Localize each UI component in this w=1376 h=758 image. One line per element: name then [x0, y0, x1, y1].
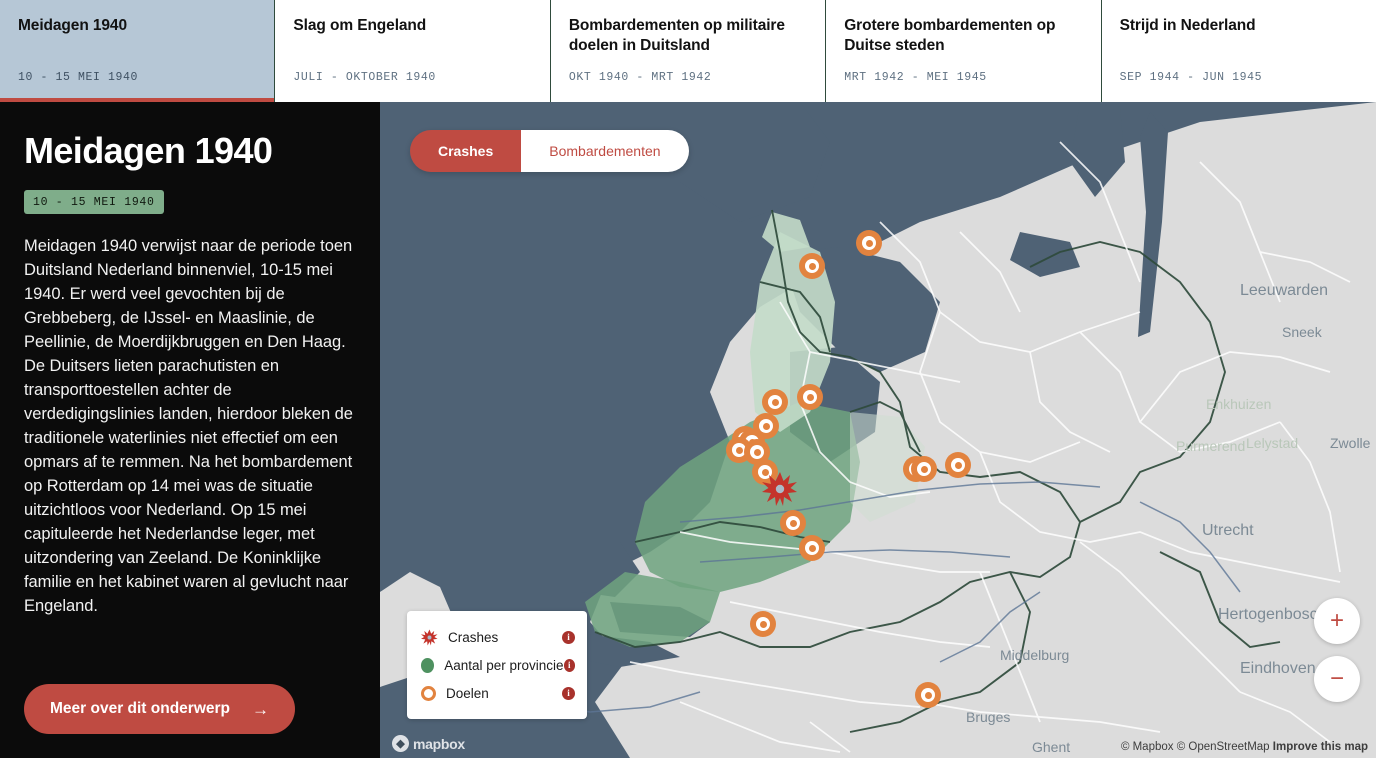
- topic-description: Meidagen 1940 verwijst naar de periode t…: [24, 237, 353, 615]
- info-icon[interactable]: i: [562, 630, 575, 644]
- zoom-out-button[interactable]: −: [1314, 656, 1360, 702]
- content-area: Meidagen 1940 10 - 15 MEI 1940 Meidagen …: [0, 102, 1376, 758]
- map-marker-crash[interactable]: [762, 471, 798, 507]
- map-attribution: © Mapbox © OpenStreetMap Improve this ma…: [1121, 741, 1368, 753]
- map-marker-doel[interactable]: [911, 456, 937, 482]
- arrow-right-icon: →: [252, 699, 270, 719]
- map-marker-doel[interactable]: [799, 535, 825, 561]
- legend-row-doelen: Doelen i: [421, 679, 575, 707]
- toggle-bombardementen-button[interactable]: Bombardementen: [521, 130, 689, 172]
- tab-date: SEP 1944 - JUN 1945: [1119, 71, 1263, 84]
- green-circle-icon: [421, 657, 435, 673]
- attribution-text: © Mapbox © OpenStreetMap: [1120, 741, 1270, 753]
- tab-grotere-bombardementen-duitse-steden[interactable]: Grotere bombardementen op Duitse steden …: [826, 0, 1102, 102]
- page-title: Meidagen 1940: [24, 130, 273, 171]
- more-about-topic-button[interactable]: Meer over dit onderwerp →: [24, 684, 296, 734]
- tab-title: Bombardementen op militaire doelen in Du…: [568, 17, 785, 54]
- tab-title: Meidagen 1940: [18, 17, 127, 34]
- map-marker-doel[interactable]: [780, 510, 806, 536]
- legend-label: Aantal per provincie: [444, 657, 564, 673]
- map-layer-toggle[interactable]: Crashes Bombardementen: [410, 130, 689, 172]
- mapbox-wordmark: mapbox: [413, 735, 465, 752]
- orange-ring-icon: [421, 685, 436, 701]
- map-marker-doel[interactable]: [750, 611, 776, 637]
- map-marker-doel[interactable]: [915, 682, 941, 708]
- topic-sidebar: Meidagen 1940 10 - 15 MEI 1940 Meidagen …: [0, 102, 380, 758]
- cta-label: Meer over dit onderwerp: [50, 700, 231, 717]
- tab-bombardementen-militaire-doelen[interactable]: Bombardementen op militaire doelen in Du…: [550, 0, 827, 102]
- mapbox-logo[interactable]: ◆ mapbox: [392, 735, 465, 752]
- map-legend: Crashes i Aantal per provincie i Doelen …: [407, 611, 587, 719]
- tab-date: JULI - OKTOBER 1940: [293, 71, 436, 84]
- map-marker-doel[interactable]: [762, 389, 788, 415]
- toggle-crashes-button[interactable]: Crashes: [410, 130, 522, 172]
- map-marker-doel[interactable]: [945, 452, 971, 478]
- tab-meidagen-1940[interactable]: Meidagen 1940 10 - 15 MEI 1940: [0, 0, 276, 102]
- tab-date: OKT 1940 - MRT 1942: [568, 71, 712, 84]
- topic-tabbar: Meidagen 1940 10 - 15 MEI 1940 Slag om E…: [0, 0, 1376, 102]
- improve-this-map-link[interactable]: Improve this map: [1273, 741, 1368, 753]
- tab-title: Grotere bombardementen op Duitse steden: [844, 17, 1056, 54]
- legend-label: Crashes: [448, 629, 499, 645]
- legend-label: Doelen: [446, 685, 489, 701]
- info-icon[interactable]: i: [563, 658, 575, 672]
- crash-starburst-icon: [421, 628, 438, 646]
- info-icon[interactable]: i: [562, 686, 575, 700]
- map-canvas[interactable]: Crashes Bombardementen Leeuwarden Gronin…: [380, 102, 1376, 758]
- map-zoom-controls: + −: [1314, 598, 1360, 714]
- map-marker-doel[interactable]: [856, 230, 882, 256]
- tab-date: MRT 1942 - MEI 1945: [844, 71, 987, 84]
- date-badge: 10 - 15 MEI 1940: [24, 190, 164, 214]
- zoom-in-button[interactable]: +: [1314, 598, 1360, 644]
- mapbox-mark-icon: ◆: [392, 735, 409, 752]
- tab-date: 10 - 15 MEI 1940: [18, 71, 139, 84]
- tab-title: Strijd in Nederland: [1119, 17, 1256, 34]
- tab-title: Slag om Engeland: [293, 17, 427, 34]
- legend-row-crashes: Crashes i: [421, 623, 575, 651]
- legend-row-aantal-per-provincie: Aantal per provincie i: [421, 651, 575, 679]
- tab-slag-om-engeland[interactable]: Slag om Engeland JULI - OKTOBER 1940: [275, 0, 551, 102]
- map-marker-doel[interactable]: [797, 384, 823, 410]
- tab-strijd-in-nederland[interactable]: Strijd in Nederland SEP 1944 - JUN 1945: [1101, 0, 1376, 102]
- map-marker-doel[interactable]: [799, 253, 825, 279]
